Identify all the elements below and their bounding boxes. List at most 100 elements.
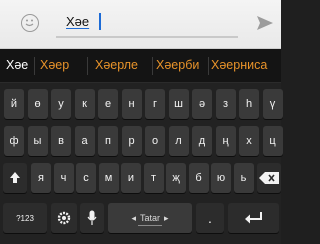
key-ө[interactable]: ө [27, 89, 48, 119]
shift-key[interactable] [3, 163, 27, 193]
suggestion-item[interactable]: Хәе [6, 58, 28, 72]
suggestion-strip: Хәе Хәер Хәерле Хәерби Хәерниса [0, 49, 281, 83]
period-key[interactable]: . [196, 203, 224, 233]
key-label: а [81, 135, 88, 147]
key-label: т [150, 172, 157, 184]
chevron-left-icon: ◂ [131, 212, 136, 223]
key-label: ф [9, 135, 19, 147]
smiley-icon[interactable] [21, 14, 39, 32]
key-label: ю [216, 172, 226, 184]
divider [152, 57, 153, 75]
backspace-icon [259, 172, 279, 184]
key-label: у [58, 98, 64, 110]
key-label: я [38, 172, 44, 184]
send-arrow-icon[interactable] [256, 14, 274, 32]
key-о[interactable]: о [145, 126, 165, 156]
settings-key[interactable] [51, 203, 77, 233]
key-е[interactable]: е [98, 89, 118, 119]
key-label: ь [240, 172, 247, 184]
key-label: н [128, 98, 135, 110]
key-к[interactable]: к [74, 89, 95, 119]
divider [208, 57, 209, 75]
suggestion-item[interactable]: Хәерниса [211, 58, 267, 72]
key-м[interactable]: м [98, 163, 119, 193]
message-input[interactable]: Хәе [56, 12, 238, 38]
divider [34, 57, 35, 75]
key-label: р [128, 135, 135, 147]
key-л[interactable]: л [168, 126, 189, 156]
key-и[interactable]: и [121, 163, 141, 193]
key-label: ш [174, 98, 183, 110]
key-label: ү [269, 98, 276, 110]
key-б[interactable]: б [188, 163, 209, 193]
space-underline [138, 225, 162, 226]
key-в[interactable]: в [51, 126, 71, 156]
enter-key[interactable] [228, 203, 279, 233]
key-ц[interactable]: ц [262, 126, 283, 156]
key-с[interactable]: с [76, 163, 96, 193]
key-label: в [58, 135, 64, 147]
numbers-key[interactable]: ?123 [3, 203, 47, 233]
enter-return-icon [244, 212, 262, 224]
key-ю[interactable]: ю [211, 163, 231, 193]
key-ә[interactable]: ә [192, 89, 212, 119]
key-label: к [82, 98, 87, 110]
chevron-right-icon: ▸ [164, 212, 169, 223]
numbers-key-label: ?123 [16, 213, 34, 223]
key-label: ң [222, 135, 229, 147]
period-key-label: . [208, 210, 212, 226]
shift-arrow-icon [10, 172, 20, 183]
key-label: м [104, 172, 113, 184]
key-label: п [105, 135, 111, 147]
key-label: е [104, 98, 112, 110]
space-bar[interactable]: ◂ Tatar ▸ [108, 203, 192, 233]
key-п[interactable]: п [98, 126, 118, 156]
key-label: ц [269, 135, 276, 147]
key-а[interactable]: а [74, 126, 95, 156]
text-cursor [99, 13, 101, 30]
key-г[interactable]: г [145, 89, 165, 119]
suggestion-item[interactable]: Хәерле [95, 58, 138, 72]
microphone-icon [87, 210, 97, 225]
key-label: з [222, 98, 229, 110]
key-label: л [175, 135, 182, 147]
key-д[interactable]: д [192, 126, 212, 156]
key-label: о [151, 135, 159, 147]
key-label: ы [33, 135, 42, 147]
key-т[interactable]: т [143, 163, 164, 193]
key-н[interactable]: н [121, 89, 142, 119]
key-label: һ [245, 98, 253, 110]
key-ү[interactable]: ү [262, 89, 283, 119]
message-compose-bar: Хәе [0, 0, 281, 49]
space-bar-label: Tatar [139, 213, 160, 223]
key-х[interactable]: х [239, 126, 259, 156]
key-й[interactable]: й [4, 89, 24, 119]
key-label: г [152, 98, 157, 110]
key-ы[interactable]: ы [27, 126, 48, 156]
key-я[interactable]: я [31, 163, 51, 193]
key-р[interactable]: р [121, 126, 142, 156]
soft-keyboard: й ө у к е н г ш ә з һ ү ф ы в а п р о л д ң х ц я ч с м и т җ б ю ь ?12… [0, 83, 283, 244]
key-label: х [246, 135, 252, 147]
key-label: җ [172, 172, 180, 184]
backspace-key[interactable] [257, 163, 281, 193]
key-label: б [195, 172, 202, 184]
key-ф[interactable]: ф [4, 126, 24, 156]
suggestion-item[interactable]: Хәерби [156, 58, 199, 72]
key-label: ө [34, 98, 41, 110]
key-ш[interactable]: ш [168, 89, 189, 119]
key-җ[interactable]: җ [166, 163, 186, 193]
key-ң[interactable]: ң [215, 126, 236, 156]
microphone-key[interactable] [80, 203, 104, 233]
divider [87, 57, 88, 75]
suggestion-item[interactable]: Хәер [40, 58, 69, 72]
key-label: и [127, 172, 135, 184]
key-ч[interactable]: ч [53, 163, 74, 193]
key-label: с [83, 172, 89, 184]
key-у[interactable]: у [51, 89, 71, 119]
message-input-text: Хәе [66, 14, 90, 29]
key-һ[interactable]: һ [239, 89, 259, 119]
key-ь[interactable]: ь [233, 163, 254, 193]
key-з[interactable]: з [215, 89, 236, 119]
gear-icon [57, 211, 71, 225]
